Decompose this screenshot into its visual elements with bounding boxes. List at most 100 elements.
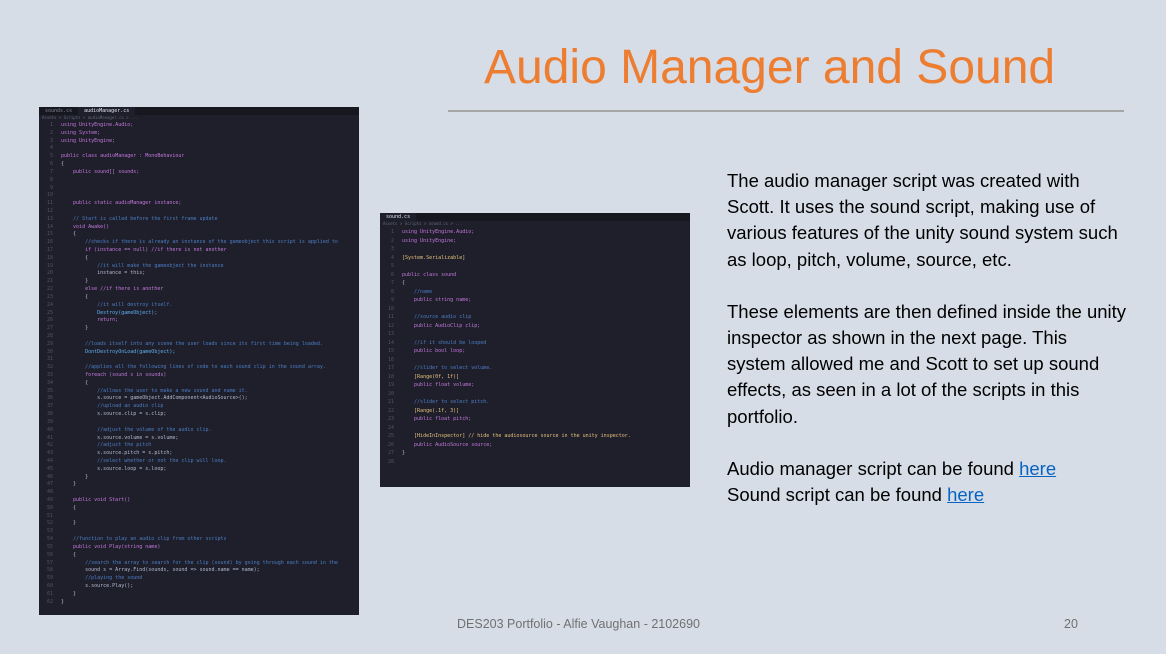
line-number: 41: [46, 434, 53, 441]
line-number: 20: [387, 390, 394, 397]
code-line: 1 using UnityEngine.Audio;: [380, 228, 690, 237]
line-text: }: [61, 520, 77, 527]
line-number: 21: [46, 278, 53, 285]
code-line: 47 }: [39, 481, 359, 489]
line-text: s.source.loop = s.loop;: [61, 465, 167, 472]
code-lines: 1 using UnityEngine.Audio; 2 using System; 3…: [39, 121, 359, 606]
audio-link-label: Audio manager script can be found: [727, 457, 1020, 479]
line-number: 26: [387, 441, 394, 448]
line-text: public class sound: [402, 271, 457, 278]
line-number: 43: [46, 450, 53, 457]
line-number: 12: [46, 207, 53, 214]
line-text: //source audio clip: [402, 314, 472, 320]
line-number: 36: [46, 395, 53, 402]
code-line: 14 //if it should be looped: [380, 339, 690, 348]
line-number: 35: [46, 387, 53, 394]
code-line: 8: [39, 177, 359, 185]
code-line: 17 //slider to select volume.: [380, 364, 690, 373]
code-line: 27 }: [39, 325, 359, 333]
line-number: 27: [46, 325, 53, 332]
code-line: 17 if (instance == null) //if there is n…: [39, 247, 359, 255]
audio-manager-link[interactable]: here: [1019, 458, 1056, 479]
code-line: 48: [39, 489, 359, 497]
code-line: 43 s.source.pitch = s.pitch;: [39, 450, 359, 458]
line-number: 10: [46, 192, 53, 199]
line-number: 1: [390, 229, 394, 235]
line-text: //if it should be looped: [402, 339, 487, 346]
line-text: {: [61, 551, 77, 558]
line-text: //playing the sound: [61, 575, 143, 582]
code-line: 25 Destroy(gameObject);: [39, 310, 359, 318]
code-line: 11 //source audio clip: [380, 313, 690, 322]
line-number: 19: [387, 382, 394, 388]
line-number: 49: [46, 497, 53, 503]
line-number: 57: [46, 559, 53, 566]
code-line: 3 using UnityEngine;: [39, 138, 359, 146]
code-line: 19 //it will make the gameobject the ins…: [39, 263, 359, 271]
code-line: 4: [39, 145, 359, 153]
code-line: 39: [39, 419, 359, 427]
sound-script-link[interactable]: here: [947, 484, 984, 505]
line-number: 6: [49, 161, 53, 168]
code-line: 20: [380, 390, 690, 399]
code-line: 45 s.source.loop = s.loop;: [39, 466, 359, 474]
line-text: //name: [402, 288, 433, 295]
line-text: public void Start(): [61, 497, 131, 503]
code-line: 13: [380, 330, 690, 339]
code-lines: 1 using UnityEngine.Audio; 2 using UnityEng…: [380, 227, 690, 466]
code-line: 15 public bool loop;: [380, 347, 690, 356]
code-line: 38 s.source.clip = s.clip;: [39, 411, 359, 419]
code-line: 18 [Range(0f, 1f)]: [380, 373, 690, 382]
line-number: 17: [46, 247, 53, 253]
line-number: 30: [46, 348, 53, 355]
code-line: 30 DontDestroyOnLoad(gameObject);: [39, 349, 359, 357]
line-number: 44: [46, 457, 53, 464]
line-text: else //if there is another: [61, 286, 164, 293]
code-line: 33 foreach (sound s in sounds): [39, 372, 359, 380]
code-line: 6 public class sound: [380, 271, 690, 280]
code-line: 46 }: [39, 474, 359, 482]
code-line: 22 [Range(.1f, 3)]: [380, 407, 690, 416]
line-number: 26: [46, 317, 53, 324]
line-number: 39: [46, 418, 53, 425]
line-number: 52: [46, 520, 53, 527]
code-line: 32 //applies all the following lines of …: [39, 364, 359, 372]
line-number: 2: [390, 237, 394, 244]
sound-link-label: Sound script can be found: [727, 484, 948, 506]
title-divider: [448, 110, 1124, 112]
line-text: public bool loop;: [402, 348, 466, 354]
line-text: foreach (sound s in sounds): [61, 372, 167, 378]
code-line: 23 public float pitch;: [380, 415, 690, 424]
code-line: 34 {: [39, 380, 359, 388]
line-number: 55: [46, 543, 53, 550]
code-line: 28: [39, 333, 359, 341]
code-line: 49 public void Start(): [39, 497, 359, 505]
line-text: s.source = gameObject.AddComponent<Audio…: [61, 395, 248, 402]
line-number: 1: [49, 122, 53, 128]
line-number: 7: [390, 280, 394, 286]
line-text: using UnityEngine;: [61, 137, 116, 144]
links-block: Audio manager script can be found here S…: [727, 456, 1127, 508]
slide-title: Audio Manager and Sound: [484, 41, 1056, 94]
paragraph-inspector: These elements are then defined inside t…: [727, 300, 1127, 427]
sound-code-screenshot: sound.cs Assets > Scripts > sound.cs > .…: [380, 213, 690, 487]
line-text: using UnityEngine;: [402, 237, 457, 244]
line-number: 18: [46, 254, 53, 261]
line-text: //upload an audio clip: [61, 403, 164, 410]
line-text: s.source.pitch = s.pitch;: [61, 450, 173, 457]
line-text: {: [61, 293, 89, 300]
code-line: 18 {: [39, 255, 359, 263]
line-number: 13: [46, 215, 53, 222]
line-number: 24: [387, 424, 394, 431]
line-number: 3: [390, 246, 394, 252]
footer-text: DES203 Portfolio - Alfie Vaughan - 21026…: [457, 617, 700, 631]
code-line: 3: [380, 245, 690, 254]
line-text: using UnityEngine.Audio;: [61, 122, 134, 128]
line-number: 53: [46, 528, 53, 535]
line-number: 47: [46, 481, 53, 488]
code-line: 10: [39, 192, 359, 200]
line-number: 38: [46, 411, 53, 418]
line-text: {: [61, 231, 77, 238]
code-line: 2 using System;: [39, 130, 359, 138]
code-line: 13 // Start is called before the first f…: [39, 216, 359, 224]
